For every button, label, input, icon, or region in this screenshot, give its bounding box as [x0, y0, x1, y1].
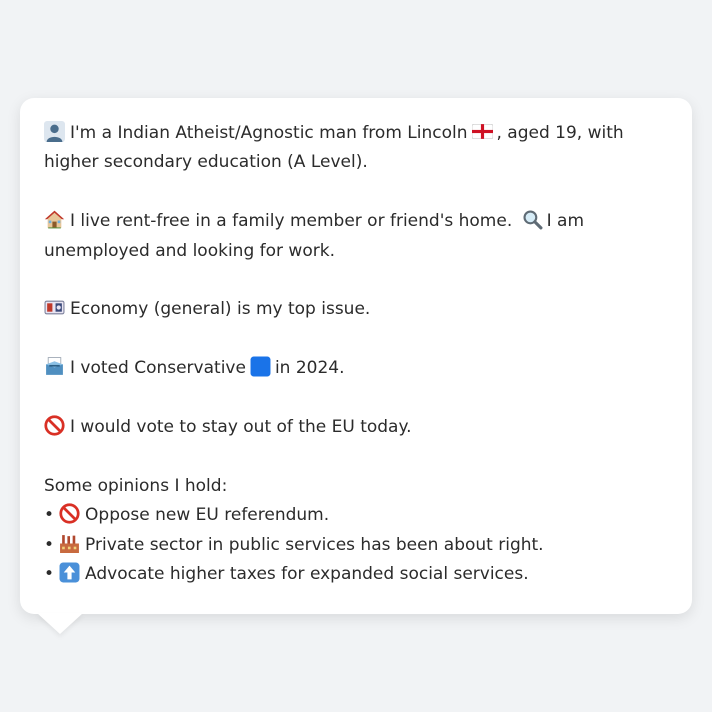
- opinion-text: Private sector in public services has be…: [85, 534, 544, 555]
- identity-paragraph: I'm a Indian Atheist/Agnostic man from L…: [44, 119, 668, 178]
- identity-text: I'm a Indian Atheist/Agnostic man from L…: [70, 123, 468, 143]
- opinion-item: • Oppose new EU referendum.: [44, 501, 668, 530]
- person-silhouette-icon: [44, 121, 65, 142]
- speech-bubble-tail: [37, 613, 83, 634]
- bullet: •: [44, 534, 55, 555]
- money-icon: [44, 301, 65, 315]
- opinion-text: Advocate higher taxes for expanded socia…: [85, 564, 529, 585]
- bullet: •: [44, 505, 55, 526]
- opinion-text: Oppose new EU referendum.: [85, 505, 330, 526]
- up-arrow-icon: [59, 562, 80, 583]
- eu-text: I would vote to stay out of the EU today…: [70, 417, 412, 437]
- eu-paragraph: I would vote to stay out of the EU today…: [44, 413, 668, 442]
- opinion-item: • Private sector in public services has …: [44, 531, 668, 560]
- vote-text-before: I voted Conservative: [70, 358, 246, 379]
- issue-text: Economy (general) is my top issue.: [70, 299, 371, 320]
- no-entry-icon: [44, 415, 65, 436]
- ballot-box-icon: [46, 357, 63, 376]
- housing-text: I live rent-free in a family member or f…: [70, 211, 513, 232]
- housing-paragraph: I live rent-free in a family member or f…: [44, 207, 668, 266]
- issue-paragraph: Economy (general) is my top issue.: [44, 295, 668, 324]
- persona-card: I'm a Indian Atheist/Agnostic man from L…: [20, 98, 692, 614]
- england-flag-icon: [471, 124, 493, 139]
- house-icon: [44, 210, 65, 229]
- bullet: •: [44, 564, 55, 585]
- vote-paragraph: I voted Conservative in 2024.: [44, 354, 668, 383]
- opinions-heading: Some opinions I hold:: [44, 475, 228, 496]
- blue-square-icon: [250, 356, 271, 377]
- opinion-item: • Advocate higher taxes for expanded soc…: [44, 560, 668, 589]
- vote-text-after: in 2024.: [274, 358, 345, 379]
- factory-icon: [60, 534, 79, 553]
- opinions-list: • Oppose new EU referendum. • Private se…: [44, 501, 668, 589]
- no-entry-icon: [59, 503, 80, 524]
- magnifier-icon: [523, 210, 543, 230]
